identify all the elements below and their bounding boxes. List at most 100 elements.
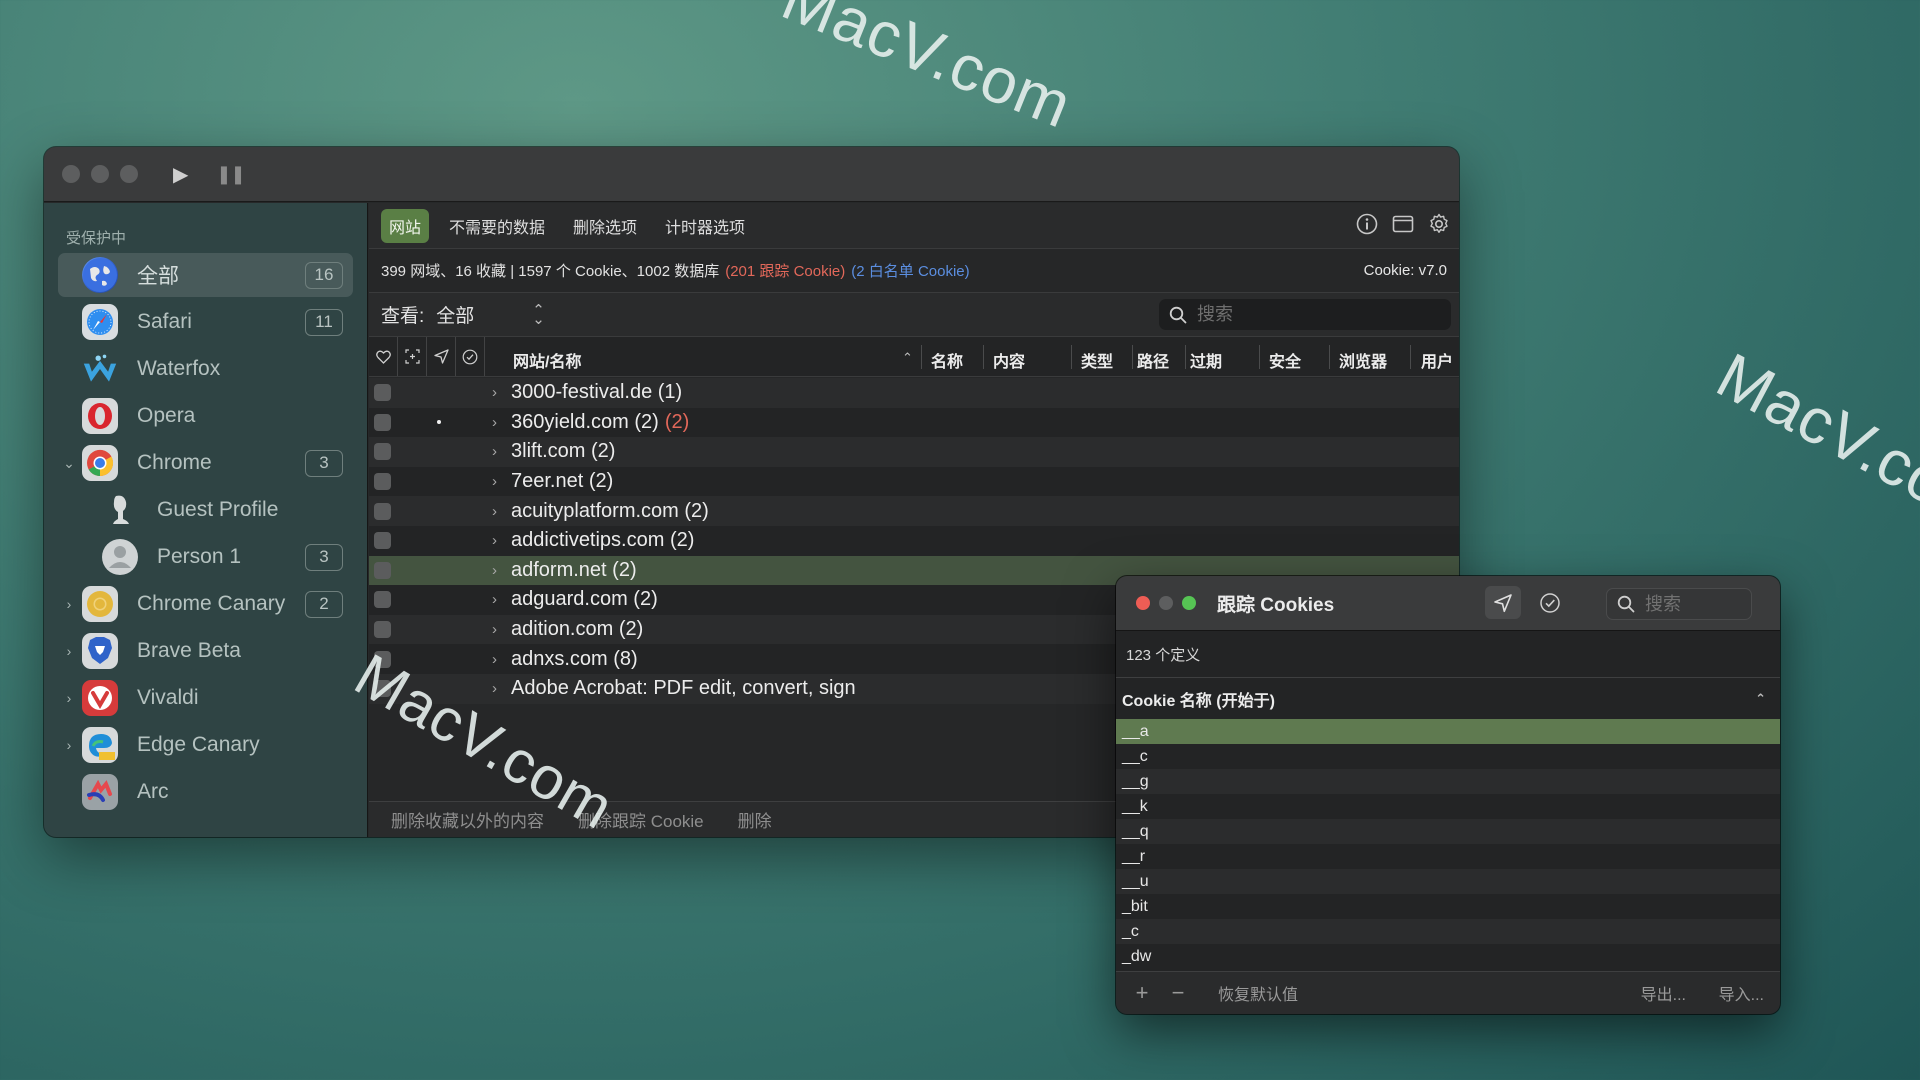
cookie-name-item[interactable]: _c: [1116, 919, 1780, 944]
sidebar-item-all[interactable]: 全部 16: [58, 253, 353, 297]
chevron-right-icon[interactable]: ›: [492, 443, 497, 460]
minimize-button[interactable]: [91, 165, 109, 183]
pause-icon[interactable]: ❚❚: [216, 164, 245, 185]
chevron-down-icon[interactable]: ⌄: [62, 455, 76, 472]
row-checkbox[interactable]: [374, 443, 391, 461]
delete-except-favorites-button[interactable]: 删除收藏以外的内容: [391, 807, 544, 832]
sort-ascending-icon[interactable]: ⌃: [902, 350, 913, 366]
location-arrow-icon[interactable]: [427, 337, 456, 376]
table-row[interactable]: › 360yield.com (2) (2): [369, 407, 1459, 438]
gear-icon[interactable]: [1427, 212, 1451, 236]
column-user[interactable]: 用户: [1421, 348, 1453, 372]
chevron-right-icon[interactable]: ›: [492, 680, 497, 697]
sidebar-item-chrome-canary[interactable]: › Chrome Canary 2: [58, 582, 353, 626]
tab-timer-options[interactable]: 计时器选项: [657, 209, 753, 243]
column-secure[interactable]: 安全: [1269, 348, 1301, 372]
cookie-name-item[interactable]: __g: [1116, 769, 1780, 794]
sidebar-item-vivaldi[interactable]: › Vivaldi: [58, 676, 353, 720]
chevron-right-icon[interactable]: ›: [62, 737, 76, 753]
cookie-name-item[interactable]: __u: [1116, 869, 1780, 894]
table-row[interactable]: › acuityplatform.com (2): [369, 496, 1459, 526]
row-checkbox[interactable]: [374, 621, 391, 639]
chevron-right-icon[interactable]: ›: [62, 596, 76, 612]
table-row[interactable]: › 3000-festival.de (1): [369, 378, 1459, 408]
sidebar-item-brave-beta[interactable]: › Brave Beta: [58, 629, 353, 673]
sidebar-item-person-1[interactable]: Person 1 3: [58, 535, 353, 579]
search-field[interactable]: [1159, 299, 1451, 330]
cookie-name-item[interactable]: __c: [1116, 744, 1780, 769]
chevron-right-icon[interactable]: ›: [62, 643, 76, 659]
sidebar-item-opera[interactable]: Opera: [58, 394, 353, 438]
column-path[interactable]: 路径: [1137, 348, 1169, 372]
row-checkbox[interactable]: [374, 561, 391, 579]
checkmark-circle-icon[interactable]: [1532, 586, 1568, 619]
export-button[interactable]: 导出...: [1641, 981, 1686, 1005]
chevron-right-icon[interactable]: ›: [492, 503, 497, 520]
tab-delete-options[interactable]: 删除选项: [565, 209, 645, 243]
sidebar-item-chrome[interactable]: ⌄ Chrome 3: [58, 441, 353, 485]
select-stepper-icon[interactable]: ⌃ ⌄: [532, 303, 545, 327]
delete-tracking-cookies-button[interactable]: 删除跟踪 Cookie: [578, 807, 704, 832]
column-website-name[interactable]: 网站/名称: [513, 348, 581, 372]
table-row[interactable]: › 7eer.net (2): [369, 466, 1459, 497]
cookie-name-item[interactable]: _dw: [1116, 944, 1780, 969]
view-select[interactable]: 全部: [436, 301, 474, 328]
capture-icon[interactable]: [398, 337, 427, 376]
sidebar-item-edge-canary[interactable]: › Edge Canary: [58, 723, 353, 767]
row-checkbox[interactable]: [374, 473, 391, 491]
row-checkbox[interactable]: [374, 591, 391, 609]
cookie-name-item[interactable]: __k: [1116, 794, 1780, 819]
zoom-button[interactable]: [120, 165, 138, 183]
tracking-cookie-count[interactable]: (201 跟踪 Cookie): [725, 260, 845, 281]
delete-button[interactable]: 删除: [738, 807, 772, 832]
checkmark-circle-icon[interactable]: [456, 337, 485, 376]
sidebar-item-waterfox[interactable]: Waterfox: [58, 347, 353, 391]
remove-button[interactable]: −: [1168, 980, 1188, 1006]
chevron-right-icon[interactable]: ›: [492, 532, 497, 549]
tab-unwanted-data[interactable]: 不需要的数据: [441, 209, 553, 243]
chevron-right-icon[interactable]: ›: [492, 621, 497, 638]
column-expires[interactable]: 过期: [1190, 348, 1222, 372]
window-icon[interactable]: [1391, 212, 1415, 236]
row-checkbox[interactable]: [374, 384, 391, 402]
chevron-right-icon[interactable]: ›: [62, 690, 76, 706]
heart-icon[interactable]: [369, 337, 398, 376]
chevron-right-icon[interactable]: ›: [492, 591, 497, 608]
panel-minimize-button[interactable]: [1159, 596, 1173, 610]
restore-defaults-button[interactable]: 恢复默认值: [1218, 981, 1298, 1005]
chevron-right-icon[interactable]: ›: [492, 562, 497, 579]
row-checkbox[interactable]: [374, 502, 391, 520]
tab-websites[interactable]: 网站: [381, 208, 430, 243]
table-row[interactable]: › addictivetips.com (2): [369, 525, 1459, 556]
chevron-right-icon[interactable]: ›: [492, 384, 497, 401]
search-input[interactable]: [1197, 304, 1427, 325]
panel-close-button[interactable]: [1136, 596, 1150, 610]
sort-ascending-icon[interactable]: ⌃: [1755, 691, 1766, 707]
chevron-right-icon[interactable]: ›: [492, 651, 497, 668]
cookie-name-column-header[interactable]: Cookie 名称 (开始于) ⌃: [1116, 678, 1780, 719]
sidebar-item-arc[interactable]: Arc: [58, 770, 353, 814]
close-button[interactable]: [62, 165, 80, 183]
cookie-name-item[interactable]: _bit: [1116, 894, 1780, 919]
cookie-name-item[interactable]: __q: [1116, 819, 1780, 844]
panel-search-field[interactable]: [1606, 588, 1752, 620]
row-checkbox[interactable]: [374, 680, 391, 698]
row-checkbox[interactable]: [374, 650, 391, 668]
column-browser[interactable]: 浏览器: [1339, 348, 1387, 372]
column-name[interactable]: 名称: [931, 348, 963, 372]
panel-search-input[interactable]: [1645, 593, 1745, 615]
info-icon[interactable]: [1355, 212, 1379, 236]
row-checkbox[interactable]: [374, 532, 391, 550]
chevron-right-icon[interactable]: ›: [492, 414, 497, 431]
panel-zoom-button[interactable]: [1182, 596, 1196, 610]
whitelist-cookie-count[interactable]: (2 白名单 Cookie): [851, 260, 969, 281]
sidebar-item-safari[interactable]: Safari 11: [58, 300, 353, 344]
column-type[interactable]: 类型: [1081, 348, 1113, 372]
table-row[interactable]: › 3lift.com (2): [369, 437, 1459, 467]
column-content[interactable]: 内容: [993, 348, 1025, 372]
chevron-right-icon[interactable]: ›: [492, 473, 497, 490]
sidebar-item-guest-profile[interactable]: Guest Profile: [58, 488, 353, 532]
add-button[interactable]: +: [1132, 980, 1152, 1006]
cookie-name-item[interactable]: __a: [1116, 719, 1780, 744]
cookie-name-item[interactable]: __r: [1116, 844, 1780, 869]
